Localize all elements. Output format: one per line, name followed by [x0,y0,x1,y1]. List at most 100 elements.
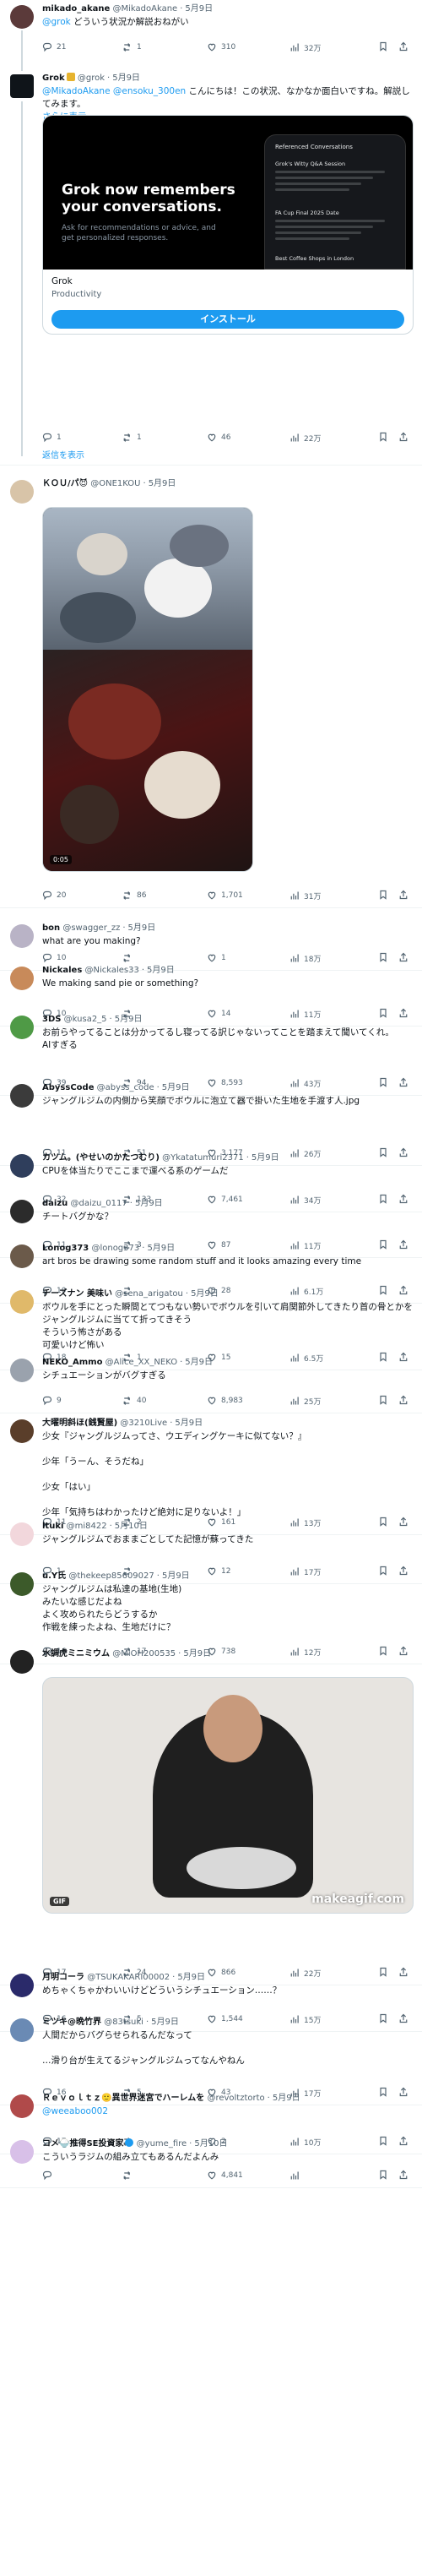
post-date[interactable]: 5月10日 [194,2139,227,2148]
avatar[interactable] [10,1084,34,1108]
post-date[interactable]: 5月9日 [177,1973,205,1982]
like-button[interactable]: 8,983 [207,1396,289,1406]
display-name[interactable]: AbyssCode [42,1083,94,1092]
display-name[interactable]: チーズナン 美味い [42,1289,112,1299]
bookmark-button[interactable] [378,432,388,444]
views-button[interactable] [289,2170,357,2181]
post-date[interactable]: 5月9日 [149,479,176,488]
display-name[interactable]: Nickales [42,966,82,975]
avatar[interactable] [10,924,34,948]
bookmark-button[interactable] [378,890,388,902]
mention-link[interactable]: @grok [42,17,71,27]
avatar[interactable] [10,1154,34,1178]
share-button[interactable] [398,41,408,54]
user-handle[interactable]: @yume_fire [137,2139,187,2148]
post-date[interactable]: 5月9日 [185,4,213,14]
mention-link[interactable]: @MikadoAkane @ensoku_300en [42,86,186,96]
reply-button[interactable]: 20 [42,890,122,901]
display-name[interactable]: コメ🍚推得SE投資家 [42,2139,123,2148]
display-name[interactable]: bon [42,923,60,933]
display-name[interactable]: daizu [42,1199,68,1208]
user-handle[interactable]: @83tsuki [104,2018,143,2027]
post-date[interactable]: 5月9日 [273,2094,300,2103]
gif-player[interactable]: GIF makeagif.com [42,1677,414,1914]
avatar[interactable] [10,1650,34,1674]
avatar[interactable] [10,1359,34,1382]
video-player[interactable]: 0:05 [42,507,253,872]
display-name[interactable]: Ｒｅｖｏｌｔｚ🙂異世界迷宮でハーレムを [42,2094,204,2103]
user-handle[interactable]: @mi8422 [67,1522,107,1531]
avatar[interactable] [10,2018,34,2042]
share-button[interactable] [398,952,408,965]
display-name[interactable]: NEKO_Ammo [42,1358,102,1367]
display-name[interactable]: カツム。(やせいのかたつむり) [42,1153,160,1163]
bookmark-button[interactable] [378,41,388,54]
display-name[interactable]: ＫＯＵ/パ😈 [42,479,88,488]
display-name[interactable]: Lonog373 [42,1244,89,1253]
show-replies-link[interactable]: 返信を表示 [42,448,84,460]
reply-button[interactable]: 10 [42,953,122,963]
avatar[interactable] [10,1290,34,1314]
avatar[interactable] [10,1200,34,1223]
share-button[interactable] [398,2170,408,2182]
post-date[interactable]: 5月9日 [252,1153,279,1163]
bookmark-button[interactable] [378,952,388,965]
post-date[interactable]: 5月10日 [115,1522,148,1531]
reply-button[interactable]: 9 [42,1396,122,1406]
like-button[interactable]: 310 [207,42,289,52]
views-button[interactable]: 18万 [289,953,357,964]
user-handle[interactable]: @sena_arigatou [115,1289,183,1299]
user-handle[interactable]: @grok [78,74,105,83]
display-name[interactable]: 3DS [42,1015,61,1024]
display-name[interactable]: mikado_akane [42,4,110,14]
post-date[interactable]: 5月9日 [183,1649,211,1658]
post-date[interactable]: 5月9日 [191,1289,219,1299]
user-handle[interactable]: @TSUKAKARI00002 [87,1973,170,1982]
repost-button[interactable]: 1 [122,42,207,52]
post-date[interactable]: 5月9日 [115,1015,143,1024]
avatar[interactable] [10,1244,34,1268]
like-button[interactable]: 1 [207,953,289,963]
repost-button[interactable] [122,2170,207,2181]
views-button[interactable]: 25万 [289,1396,357,1407]
user-handle[interactable]: @Ykatatumuri2371 [162,1153,244,1163]
reply-button[interactable] [42,2170,122,2181]
user-handle[interactable]: @ONE1KOU [90,479,140,488]
avatar[interactable] [10,5,34,29]
user-handle[interactable]: @MikadoAkane [113,4,178,14]
avatar[interactable] [10,1572,34,1596]
views-button[interactable]: 31万 [289,890,357,901]
views-button[interactable]: 22万 [289,433,357,444]
bookmark-button[interactable] [378,1395,388,1408]
repost-button[interactable]: 1 [122,433,207,443]
user-handle[interactable]: @daizu_0117 [70,1199,127,1208]
post-date[interactable]: 5月9日 [112,74,140,83]
avatar[interactable] [10,2094,34,2118]
share-button[interactable] [398,1395,408,1408]
post-date[interactable]: 5月9日 [162,1571,190,1581]
views-button[interactable]: 32万 [289,42,357,53]
post-date[interactable]: 5月9日 [175,1419,203,1428]
mention-link[interactable]: @weeaboo002 [42,2106,108,2116]
share-button[interactable] [398,432,408,444]
repost-button[interactable]: 40 [122,1396,207,1406]
post-date[interactable]: 5月9日 [185,1358,213,1367]
post-date[interactable]: 5月9日 [147,1244,175,1253]
post-date[interactable]: 5月9日 [151,2018,179,2027]
display-name[interactable]: ミツキ@晩竹界 [42,2018,101,2027]
user-handle[interactable]: @Nickales33 [84,966,138,975]
display-name[interactable]: Grok [42,74,65,83]
user-handle[interactable]: @revoltztorto [207,2094,264,2103]
user-handle[interactable]: @abyss_code [97,1083,154,1092]
like-button[interactable]: 1,701 [207,890,289,901]
reply-button[interactable]: 21 [42,42,122,52]
post-date[interactable]: 5月9日 [135,1199,163,1208]
like-button[interactable]: 4,841 [207,2170,289,2181]
display-name[interactable]: u.Y氏 [42,1571,66,1581]
user-handle[interactable]: @3210Live [120,1419,167,1428]
avatar[interactable] [10,1522,34,1546]
display-name[interactable]: 月明コーラ [42,1973,84,1982]
avatar[interactable] [10,74,34,98]
avatar[interactable] [10,967,34,990]
user-handle[interactable]: @Alice_XX_NEKO [106,1358,177,1367]
